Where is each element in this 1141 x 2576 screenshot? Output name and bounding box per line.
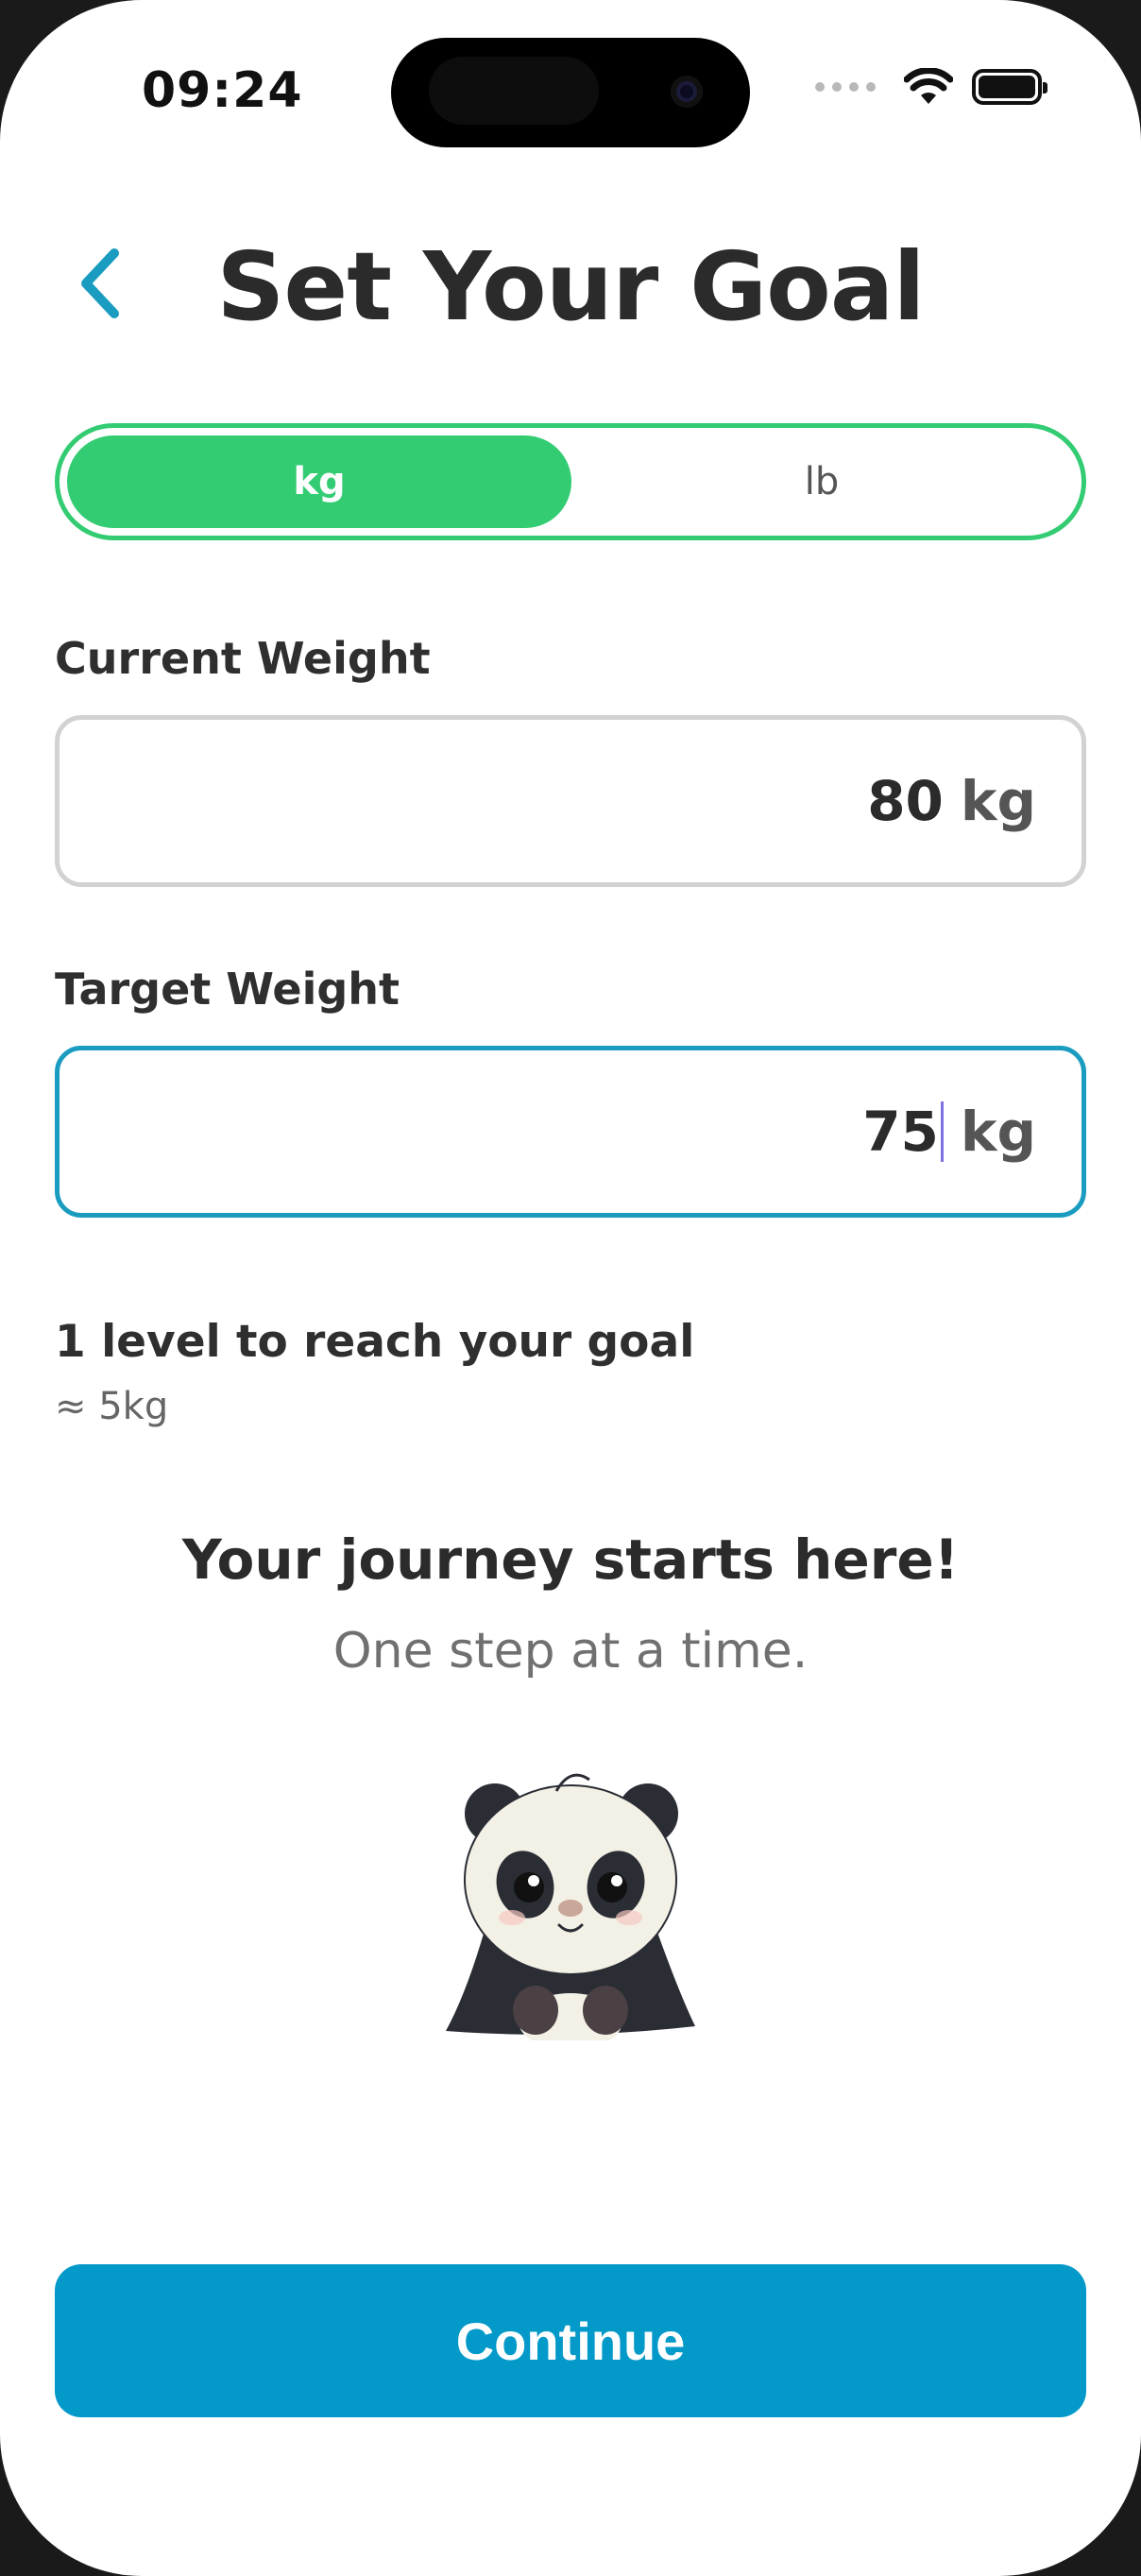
unit-toggle: kg lb (55, 423, 1086, 540)
current-weight-value: 80 (867, 769, 944, 833)
phone-frame: 09:24 Set Your Goal kg lb Current Weight… (0, 0, 1141, 2576)
text-caret (940, 1101, 944, 1162)
app-screen: 09:24 Set Your Goal kg lb Current Weight… (0, 0, 1141, 2576)
cellular-dots-icon (815, 82, 876, 92)
unit-option-lb[interactable]: lb (570, 435, 1074, 528)
weight-difference-text: ≈ 5kg (55, 1385, 169, 1428)
battery-icon (972, 69, 1047, 105)
motivation-headline: Your journey starts here! (181, 1527, 960, 1592)
current-weight-label: Current Weight (55, 633, 431, 684)
target-weight-label: Target Weight (55, 964, 400, 1015)
motivation-subline: One step at a time. (332, 1623, 809, 1680)
target-weight-unit: kg (960, 1100, 1036, 1164)
current-weight-unit: kg (960, 769, 1036, 833)
current-weight-input[interactable]: 80 kg (55, 715, 1086, 887)
continue-button[interactable]: Continue (55, 2264, 1086, 2417)
wifi-icon (904, 68, 953, 104)
levels-to-goal-text: 1 level to reach your goal (55, 1316, 695, 1368)
panda-mascot-icon (446, 1773, 695, 2040)
status-time: 09:24 (142, 62, 303, 119)
status-icons (815, 68, 1047, 106)
unit-option-kg[interactable]: kg (67, 435, 571, 528)
island-sensor (429, 57, 599, 125)
target-weight-input[interactable]: 75 kg (55, 1046, 1086, 1218)
target-weight-value: 75 (862, 1100, 939, 1164)
front-camera-icon (671, 76, 703, 108)
dynamic-island (391, 38, 750, 147)
page-title: Set Your Goal (216, 231, 925, 342)
